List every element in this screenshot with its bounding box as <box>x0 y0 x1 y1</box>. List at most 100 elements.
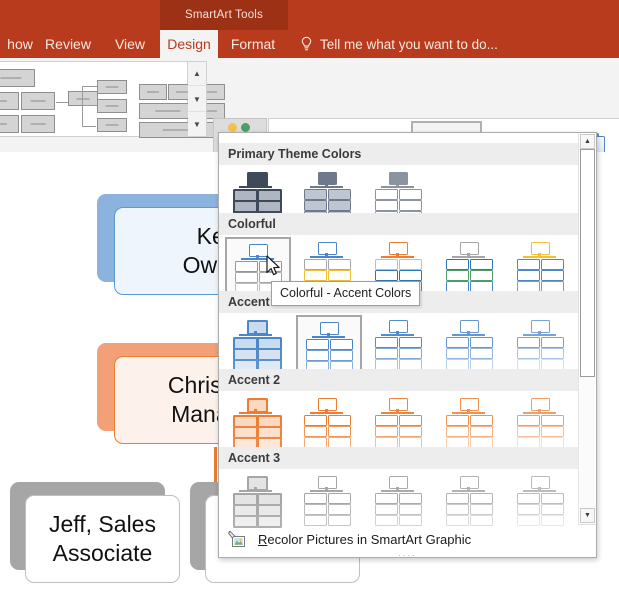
thumb-connector <box>452 256 485 258</box>
ribbon-titlebar: SmartArt Tools howReview ViewDesignFormat… <box>0 0 619 58</box>
thumb-node-r1c1 <box>330 350 353 361</box>
scroll-thumb[interactable] <box>580 149 595 377</box>
color-thumb <box>443 397 495 447</box>
thumb-node-r1c1 <box>399 504 422 515</box>
layout-node <box>21 92 55 110</box>
layouts-more-button[interactable]: ▼ <box>188 113 206 136</box>
tab-format[interactable]: Format <box>223 30 283 58</box>
color-option-accent2-gradient-loop[interactable] <box>367 393 429 451</box>
thumb-connector <box>310 186 343 188</box>
thumb-connector <box>239 412 272 414</box>
change-colors-dropdown[interactable]: ▲ ▼ Recolor Pictures in SmartArt Graphic… <box>218 132 597 558</box>
layouts-scroll-spinner[interactable]: ▲ ▼ ▼ <box>188 61 207 137</box>
thumb-node-r1c0 <box>375 270 398 281</box>
thumb-connector <box>381 334 414 336</box>
layouts-scroll-up-button[interactable]: ▲ <box>188 62 206 86</box>
thumb-node-r1c0 <box>304 426 327 437</box>
layouts-gallery[interactable] <box>0 61 188 137</box>
color-option-accent1-gradient-range[interactable] <box>438 315 500 373</box>
thumb-node-r1c0 <box>446 348 469 359</box>
dropdown-scrollbar[interactable]: ▲ ▼ <box>578 133 596 524</box>
thumb-node-r0c1 <box>470 415 493 426</box>
color-thumb <box>230 397 282 447</box>
color-thumb <box>230 319 282 369</box>
color-thumb <box>230 475 282 525</box>
color-option-accent2-colored-fill[interactable] <box>296 393 358 451</box>
thumb-node-r1c0 <box>306 350 329 361</box>
color-option-accent2-gradient-range[interactable] <box>438 393 500 451</box>
thumb-connector <box>523 334 556 336</box>
layouts-scroll-down-button[interactable]: ▼ <box>188 88 206 112</box>
thumb-node-r1c1 <box>399 270 422 281</box>
thumb-node-r0c0 <box>304 259 327 270</box>
color-option-accent2-dark-fill[interactable] <box>225 393 287 451</box>
color-option-accent3-gradient-range[interactable] <box>438 471 500 529</box>
thumb-node-r2c1 <box>470 515 493 526</box>
thumb-node-r0c1 <box>399 259 422 270</box>
thumb-connector <box>239 186 272 188</box>
thumb-connector <box>312 336 345 338</box>
layout-connector <box>82 104 83 126</box>
color-option-accent3-dark-fill[interactable] <box>225 471 287 529</box>
color-option-accent1-dark-fill[interactable] <box>225 315 287 373</box>
tab-view[interactable]: View <box>105 30 155 58</box>
section-row-accent-2 <box>219 391 578 453</box>
thumb-node-r1c1 <box>328 270 351 281</box>
thumb-node-r0c1 <box>399 337 422 348</box>
thumb-node-r1c1 <box>328 200 351 211</box>
tab-design[interactable]: Design <box>160 30 218 58</box>
thumb-node-r1c0 <box>517 348 540 359</box>
panel-resize-grip[interactable]: ···· <box>219 552 596 558</box>
thumb-top-node <box>247 476 268 491</box>
tell-me-search[interactable]: Tell me what you want to do... <box>300 30 498 58</box>
thumb-node-r1c0 <box>235 272 258 283</box>
thumb-connector <box>452 412 485 414</box>
thumb-node-r0c0 <box>446 493 469 504</box>
thumb-node-r1c1 <box>541 348 564 359</box>
scroll-down-button[interactable]: ▼ <box>580 508 595 523</box>
thumb-node-r1c1 <box>399 200 422 211</box>
color-option-accent1-gradient-loop[interactable] <box>367 315 429 373</box>
thumb-node-r0c0 <box>517 415 540 426</box>
thumb-node-r2c0 <box>304 515 327 526</box>
color-option-accent1-colored-fill[interactable] <box>296 315 362 377</box>
thumb-node-r2c0 <box>233 515 258 528</box>
tab-review[interactable]: Review <box>40 30 96 58</box>
thumb-node-r0c0 <box>375 259 398 270</box>
thumb-node-r0c1 <box>399 493 422 504</box>
thumb-connector <box>523 256 556 258</box>
color-option-accent3-colored-fill[interactable] <box>296 471 358 529</box>
color-option-accent2-transparent[interactable] <box>509 393 571 451</box>
smartart-tools-label: SmartArt Tools <box>160 0 288 30</box>
thumb-node-r0c0 <box>375 493 398 504</box>
thumb-top-node <box>247 398 268 413</box>
thumb-node-r2c1 <box>257 515 282 528</box>
tab-how[interactable]: how <box>0 30 40 58</box>
thumb-connector <box>381 256 414 258</box>
thumb-connector <box>523 412 556 414</box>
layout-connector <box>82 86 97 87</box>
thumb-node-r1c1 <box>541 270 564 281</box>
color-thumb <box>514 319 566 369</box>
color-option-colorful-range-accent-3-4[interactable] <box>438 237 500 295</box>
color-option-accent3-gradient-loop[interactable] <box>367 471 429 529</box>
thumb-node-r1c0 <box>375 504 398 515</box>
recolor-rest-label: ecolor Pictures in SmartArt Graphic <box>267 532 471 547</box>
scroll-up-button[interactable]: ▲ <box>580 134 595 149</box>
color-option-colorful-range-accent-4-5[interactable] <box>509 237 571 295</box>
color-option-accent1-transparent[interactable] <box>509 315 571 373</box>
thumb-node-r0c1 <box>328 259 351 270</box>
thumb-node-r0c1 <box>470 259 493 270</box>
layout-node <box>21 115 55 133</box>
thumb-node-r0c0 <box>517 337 540 348</box>
thumb-node-r0c0 <box>375 415 398 426</box>
thumb-node-r0c1 <box>328 493 351 504</box>
thumb-node-r0c1 <box>541 259 564 270</box>
thumb-node-r1c1 <box>470 270 493 281</box>
thumb-node-r1c1 <box>541 504 564 515</box>
section-header-accent-3: Accent 3 <box>219 447 578 469</box>
thumb-node-r1c0 <box>446 426 469 437</box>
thumb-node-r0c1 <box>470 493 493 504</box>
color-option-accent3-transparent[interactable] <box>509 471 571 529</box>
thumb-node-r0c0 <box>446 337 469 348</box>
